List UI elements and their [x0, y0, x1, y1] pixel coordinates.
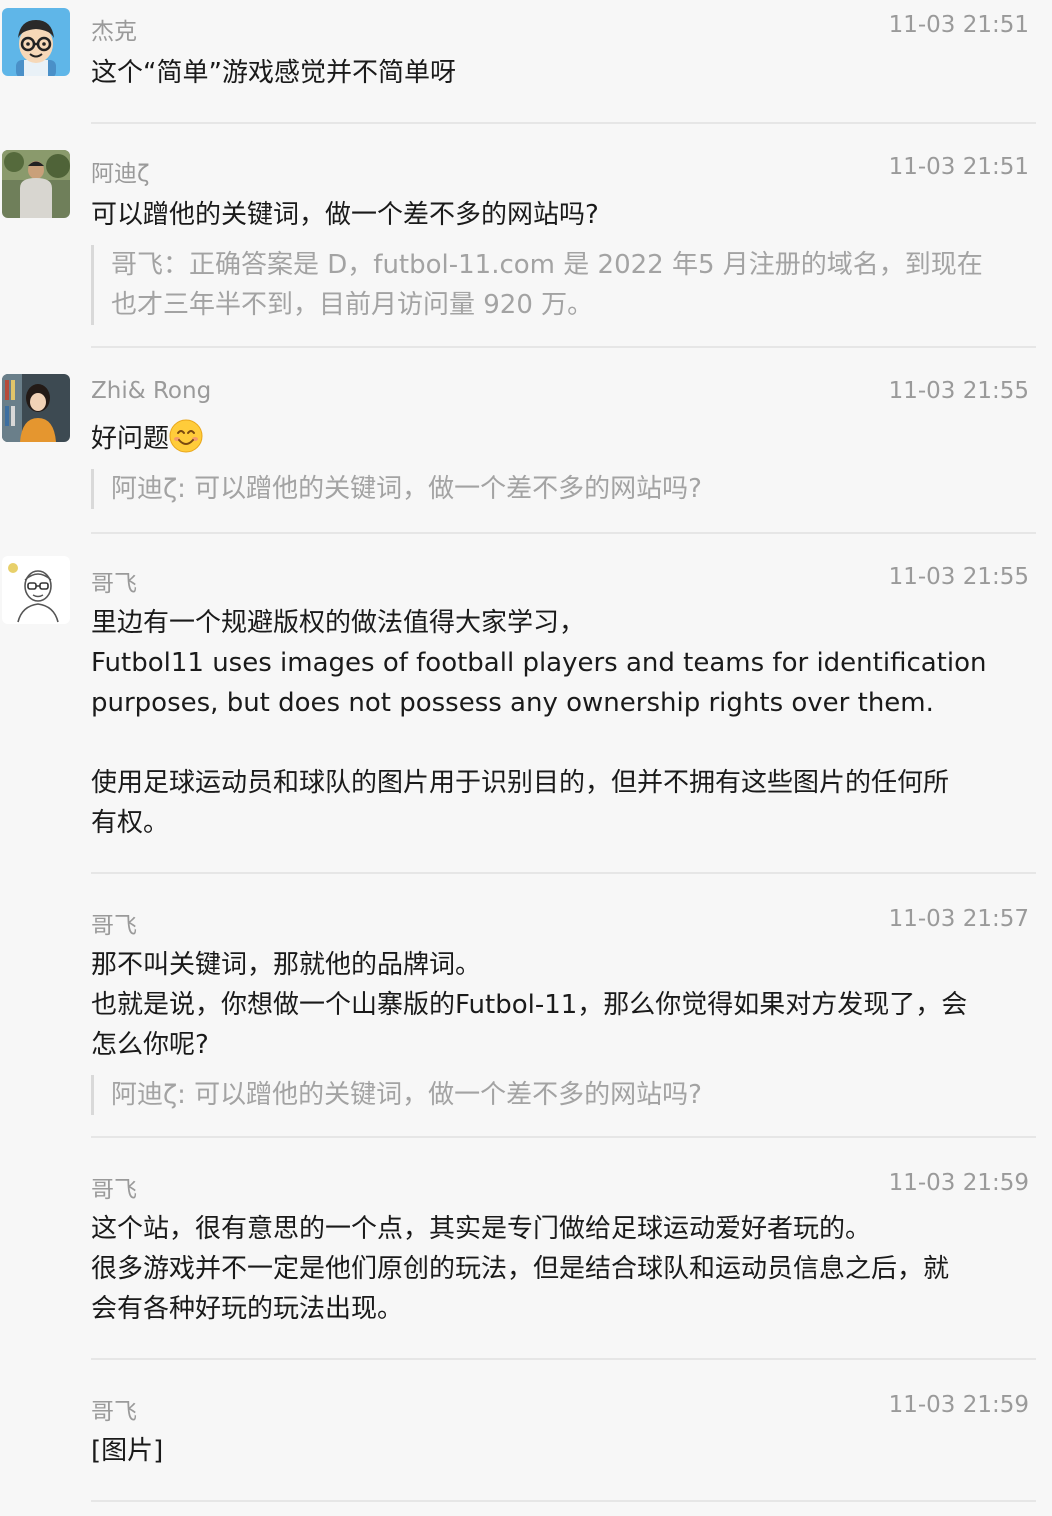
smiling-face-icon	[169, 419, 203, 453]
avatar[interactable]	[2, 150, 70, 218]
divider	[91, 346, 1036, 348]
comment-line: purposes, but does not possess any owner…	[91, 688, 934, 718]
comment-line: 会有各种好玩的玩法出现。	[91, 1294, 404, 1324]
comment-text: 可以蹭他的关键词，做一个差不多的网站吗?	[91, 195, 1036, 235]
avatar[interactable]	[2, 8, 70, 76]
timestamp: 11-03 21:51	[888, 154, 1029, 180]
comment-line	[91, 723, 1036, 763]
photo-avatar-icon	[2, 150, 70, 218]
quote-line: 阿迪ζ: 可以蹭他的关键词，做一个差不多的网站吗?	[111, 1080, 702, 1110]
avatar[interactable]	[2, 556, 70, 624]
divider	[91, 1358, 1036, 1360]
quote-line: 阿迪ζ: 可以蹭他的关键词，做一个差不多的网站吗?	[111, 474, 702, 504]
comment-item: 哥飞 11-03 21:55 里边有一个规避版权的做法值得大家学习， Futbo…	[0, 536, 1052, 876]
comment-item: 阿迪ζ 11-03 21:51 可以蹭他的关键词，做一个差不多的网站吗? 哥飞：…	[0, 126, 1052, 350]
divider	[91, 872, 1036, 874]
author-name[interactable]: Zhi& Rong	[91, 378, 211, 404]
timestamp: 11-03 21:51	[888, 12, 1029, 38]
comment-item: 杰克 11-03 21:51 这个“简单”游戏感觉并不简单呀	[0, 0, 1052, 126]
comment-text: 这个站，很有意思的一个点，其实是专门做给足球运动爱好者玩的。 很多游戏并不一定是…	[91, 1209, 1036, 1329]
comment-item: Zhi& Rong 11-03 21:55 好问题 阿迪ζ: 可以蹭他的关键词，…	[0, 350, 1052, 536]
divider	[91, 532, 1036, 534]
author-name[interactable]: 哥飞	[91, 564, 137, 598]
divider	[91, 122, 1036, 124]
illustrated-avatar-icon	[2, 374, 70, 442]
quoted-reply[interactable]: 阿迪ζ: 可以蹭他的关键词，做一个差不多的网站吗?	[91, 1075, 1036, 1115]
image-placeholder-link[interactable]: [图片]	[91, 1431, 1036, 1471]
comment-line: 可以蹭他的关键词，做一个差不多的网站吗?	[91, 200, 599, 230]
comment-line: 这个“简单”游戏感觉并不简单呀	[91, 58, 456, 88]
timestamp: 11-03 21:59	[888, 1170, 1029, 1196]
timestamp: 11-03 21:59	[888, 1392, 1029, 1418]
cartoon-avatar-icon	[2, 8, 70, 76]
author-name[interactable]: 哥飞	[91, 906, 137, 940]
comment-text: [图片]	[91, 1431, 1036, 1471]
comment-text: 这个“简单”游戏感觉并不简单呀	[91, 53, 1036, 93]
timestamp: 11-03 21:57	[888, 906, 1029, 932]
timestamp: 11-03 21:55	[888, 564, 1029, 590]
comment-text: 那不叫关键词，那就他的品牌词。 也就是说，你想做一个山寨版的Futbol-11，…	[91, 945, 1036, 1065]
divider	[91, 1136, 1036, 1138]
comment-line: 这个站，很有意思的一个点，其实是专门做给足球运动爱好者玩的。	[91, 1214, 872, 1244]
comment-item: 哥飞 11-03 21:57 那不叫关键词，那就他的品牌词。 也就是说，你想做一…	[0, 876, 1052, 1140]
comment-line: 好问题	[91, 419, 1036, 459]
avatar[interactable]	[2, 374, 70, 442]
comment-text: 里边有一个规避版权的做法值得大家学习， Futbol11 uses images…	[91, 603, 1036, 843]
comment-line: 怎么你呢?	[91, 1030, 209, 1060]
comment-line-text: 好问题	[91, 424, 170, 454]
comment-line: Futbol11 uses images of football players…	[91, 648, 987, 678]
comment-item: 哥飞 11-03 21:59 [图片]	[0, 1362, 1052, 1516]
quote-line: 哥飞：正确答案是 D，futbol-11.com 是 2022 年5 月注册的域…	[111, 250, 983, 280]
author-name[interactable]: 哥飞	[91, 1392, 137, 1426]
comment-line: 很多游戏并不一定是他们原创的玩法，但是结合球队和运动员信息之后，就	[91, 1254, 950, 1284]
quoted-reply[interactable]: 阿迪ζ: 可以蹭他的关键词，做一个差不多的网站吗?	[91, 469, 1036, 509]
author-name[interactable]: 杰克	[91, 12, 137, 46]
comment-text: 好问题	[91, 419, 1036, 459]
quoted-reply[interactable]: 哥飞：正确答案是 D，futbol-11.com 是 2022 年5 月注册的域…	[91, 245, 1036, 325]
comment-item: 哥飞 11-03 21:59 这个站，很有意思的一个点，其实是专门做给足球运动爱…	[0, 1140, 1052, 1362]
comment-line: 有权。	[91, 808, 170, 838]
comment-line: 那不叫关键词，那就他的品牌词。	[91, 950, 482, 980]
timestamp: 11-03 21:55	[888, 378, 1029, 404]
comment-line: 也就是说，你想做一个山寨版的Futbol-11，那么你觉得如果对方发现了，会	[91, 990, 968, 1020]
sketch-avatar-icon	[2, 556, 70, 624]
comment-line: 使用足球运动员和球队的图片用于识别目的，但并不拥有这些图片的任何所	[91, 768, 950, 798]
comment-line: 里边有一个规避版权的做法值得大家学习，	[91, 608, 586, 638]
author-name[interactable]: 哥飞	[91, 1170, 137, 1204]
quote-line: 也才三年半不到，目前月访问量 920 万。	[111, 290, 594, 320]
divider	[91, 1500, 1036, 1502]
author-name[interactable]: 阿迪ζ	[91, 154, 150, 188]
